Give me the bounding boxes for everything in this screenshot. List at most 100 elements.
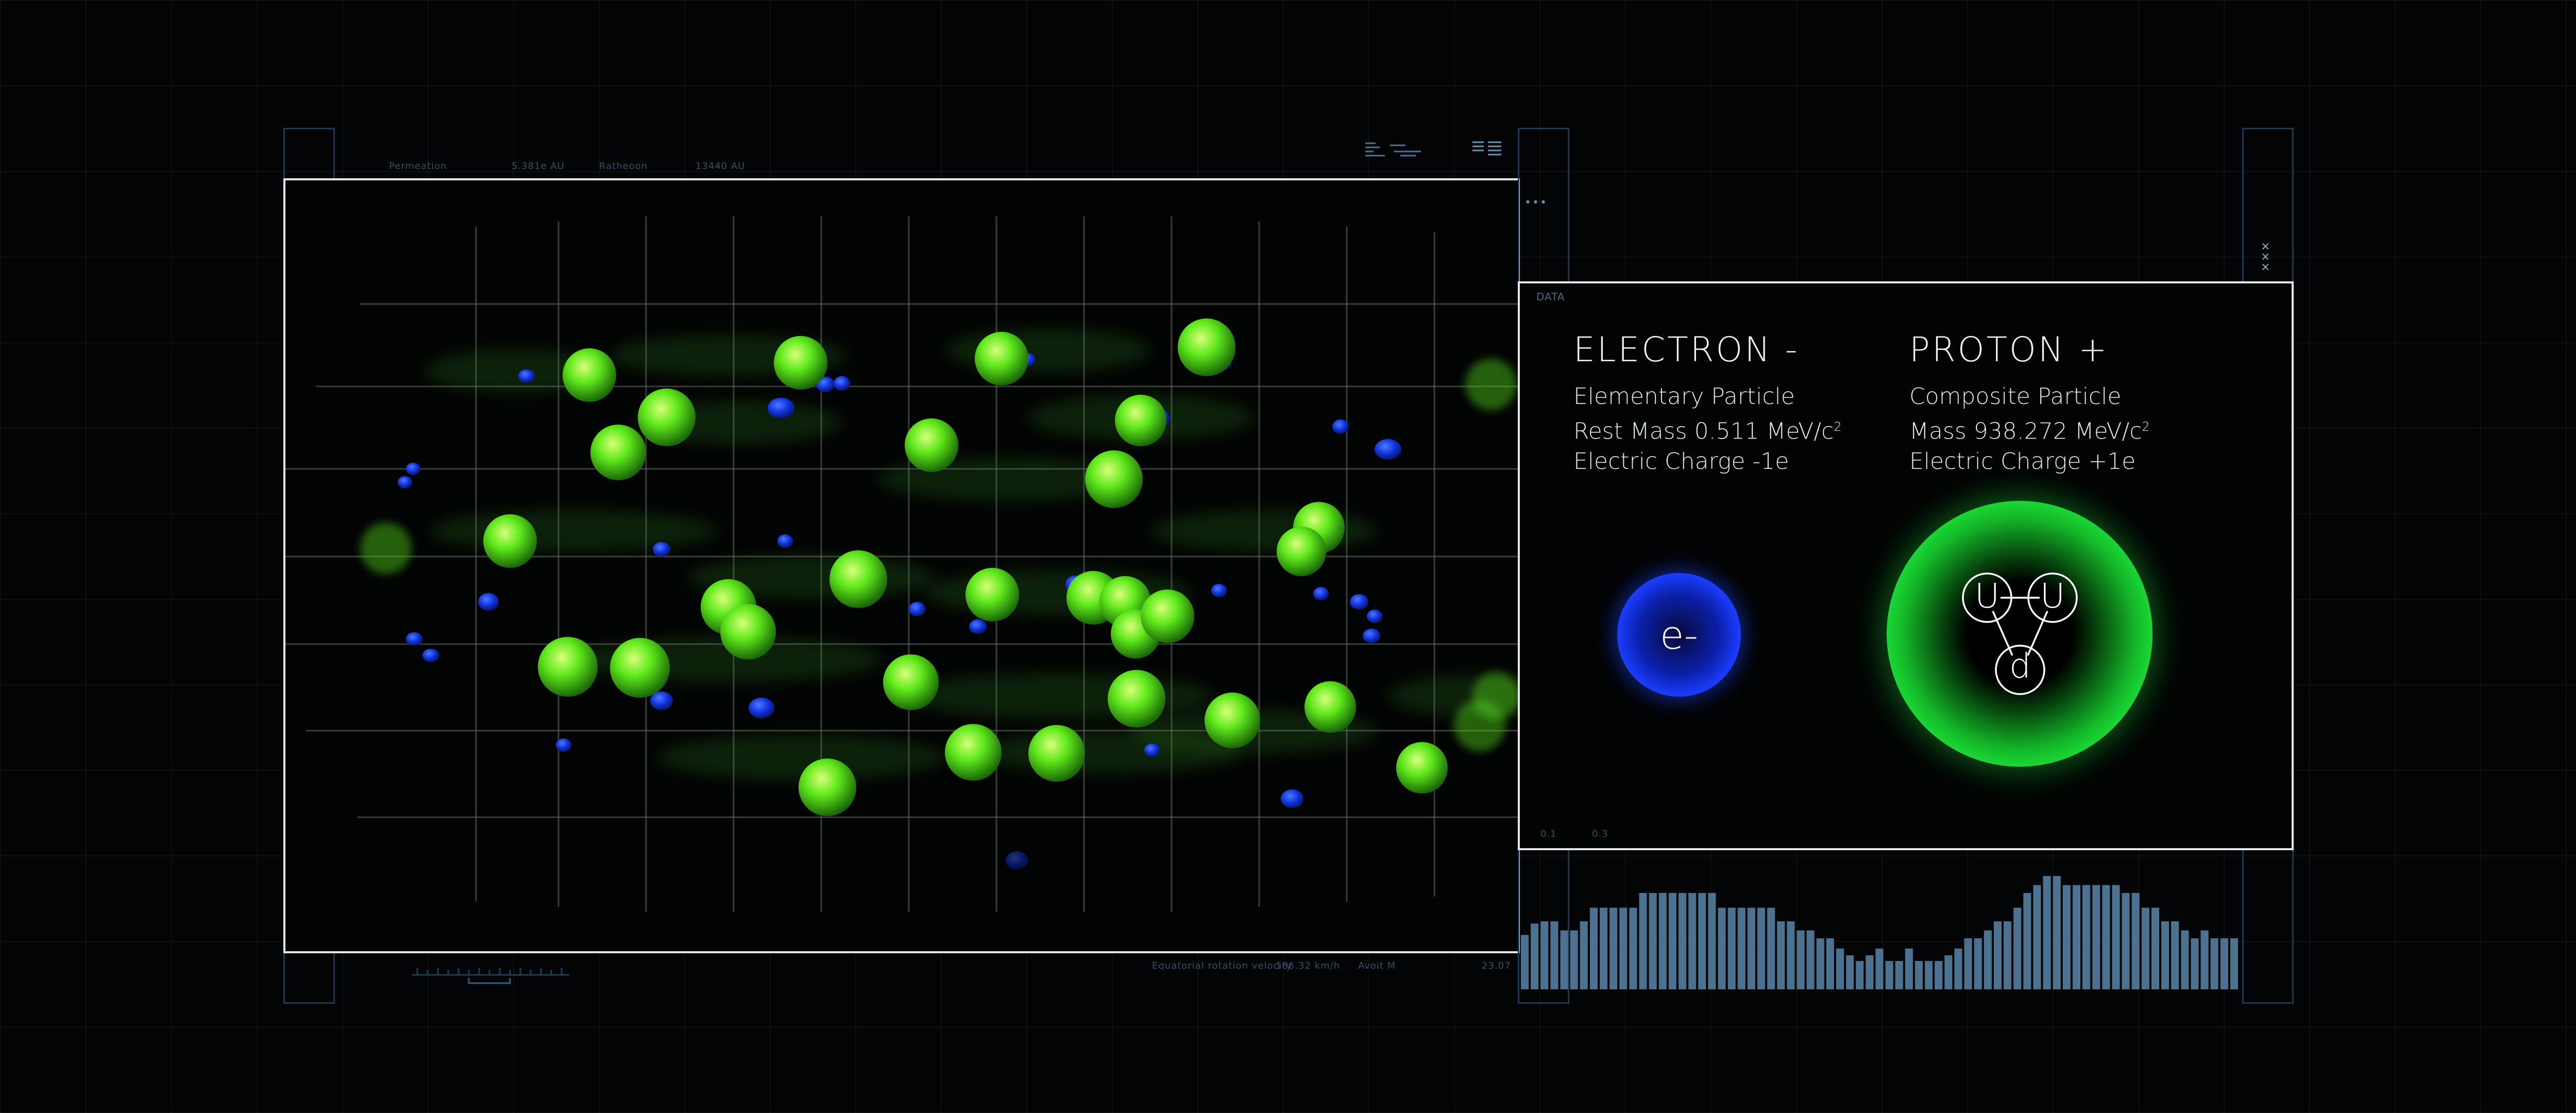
proton-section: PROTON + Composite Particle Mass 938.272… xyxy=(1887,330,2270,794)
spectrum-bar xyxy=(1550,921,1558,989)
particle-data-panel: DATA ELECTRON - Elementary Particle Rest… xyxy=(1518,281,2294,850)
spectrum-bar xyxy=(1954,948,1962,989)
spectrum-strip xyxy=(1520,851,2241,996)
spectrum-bar xyxy=(1885,961,1893,989)
spectrum-bar xyxy=(1816,938,1824,989)
spectrum-bar xyxy=(2191,938,2199,989)
electron-symbol: e- xyxy=(1617,573,1741,697)
proton-mass-row: Mass 938.272 MeV/c2 xyxy=(1909,412,2270,447)
electron-section: ELECTRON - Elementary Particle Rest Mass… xyxy=(1573,330,1883,794)
spectrum-bar xyxy=(2023,893,2031,989)
spectrum-bar xyxy=(2122,893,2130,989)
spectrum-bar xyxy=(1619,907,1628,989)
quark-up-1: U xyxy=(1974,576,2000,616)
readout-top-1: Permeation xyxy=(389,161,447,172)
spectrum-bar xyxy=(1806,930,1815,989)
spectrum-bar xyxy=(1600,907,1608,989)
horizontal-scale-slider[interactable] xyxy=(412,963,569,988)
readout-top-3: Ratheoon xyxy=(599,161,648,172)
electron-title: ELECTRON - xyxy=(1573,330,1800,369)
spectrum-bar xyxy=(1580,921,1588,989)
spectrum-bar xyxy=(1521,935,1529,989)
spectrum-bar xyxy=(2013,907,2022,989)
readout-bottom-2: 186.32 km/h xyxy=(1276,960,1341,971)
proton-mass-exponent: 2 xyxy=(2142,419,2150,434)
axis-tick-1: 0.1 xyxy=(1540,829,1557,839)
spectrum-bar xyxy=(1935,961,1943,989)
quark-down: d xyxy=(2009,646,2031,686)
spectrum-bar xyxy=(1727,907,1736,989)
spectrum-bar xyxy=(1688,893,1697,989)
spectrum-bar xyxy=(2004,921,2012,989)
particle-scene xyxy=(285,216,1518,912)
spectrum-bar xyxy=(2220,938,2228,989)
spectrum-bar xyxy=(1944,955,1953,989)
spectrum-bar xyxy=(1797,930,1805,989)
readout-bottom-1: Equatorial rotation velocity xyxy=(1152,960,1293,971)
spectrum-bar xyxy=(1905,948,1913,989)
electron-mass: Rest Mass 0.511 MeV/c xyxy=(1573,418,1834,445)
spectrum-bar xyxy=(1531,923,1539,989)
spectrum-bar xyxy=(2171,921,2179,989)
spectrum-bar xyxy=(2043,876,2051,989)
spectrum-bar xyxy=(1895,961,1903,989)
spectrum-bar xyxy=(2072,885,2080,989)
spectrum-bar xyxy=(1658,893,1667,989)
ellipsis-label: ••• xyxy=(1524,196,1548,209)
spectrum-bar xyxy=(1737,907,1745,989)
spectrum-bar xyxy=(1757,907,1766,989)
spectrum-bar xyxy=(1649,893,1657,989)
electron-mass-exponent: 2 xyxy=(1834,419,1842,434)
spectrum-bar xyxy=(2210,938,2218,989)
list-glyph-icon xyxy=(1472,141,1501,156)
spectrum-bar xyxy=(2102,885,2110,989)
signal-glyph-icon xyxy=(1365,142,1421,157)
spectrum-bar xyxy=(1836,948,1844,989)
spectrum-bar xyxy=(1540,921,1549,989)
proton-charge: Electric Charge +1e xyxy=(1909,448,2136,475)
spectrum-bar xyxy=(1560,930,1568,989)
spectrum-bar xyxy=(1708,893,1716,989)
spectrum-bar xyxy=(2181,930,2189,989)
electron-mass-row: Rest Mass 0.511 MeV/c2 xyxy=(1573,412,1883,447)
electron-type: Elementary Particle xyxy=(1573,383,1795,410)
spectrum-bar xyxy=(1974,938,1982,989)
close-marks[interactable]: × × × xyxy=(2261,241,2270,273)
spectrum-bar xyxy=(1964,938,1972,989)
proton-symbol: U U d xyxy=(1887,501,2153,767)
readout-top-4: 13440 AU xyxy=(696,161,745,172)
proton-type: Composite Particle xyxy=(1909,383,2122,410)
spectrum-bars xyxy=(1521,876,2238,989)
more-options-button[interactable]: ••• xyxy=(1524,196,1548,209)
spectrum-bar xyxy=(1718,907,1726,989)
spectrum-bar xyxy=(1609,907,1618,989)
spectrum-bar xyxy=(1875,948,1884,989)
spectrum-bar xyxy=(2151,907,2159,989)
proton-mass: Mass 938.272 MeV/c xyxy=(1909,418,2142,445)
spectrum-bar xyxy=(2131,893,2140,989)
particle-viewport[interactable] xyxy=(283,178,1520,953)
spectrum-bar xyxy=(1668,893,1676,989)
electron-symbol-label: e- xyxy=(1659,612,1699,658)
spectrum-bar xyxy=(2141,907,2149,989)
spectrum-bar xyxy=(1846,955,1854,989)
spectrum-bar xyxy=(2082,885,2091,989)
spectrum-bar xyxy=(1767,907,1775,989)
axis-tick-2: 0.3 xyxy=(1592,829,1608,839)
spectrum-bar xyxy=(2200,930,2209,989)
spectrum-bar xyxy=(1629,907,1637,989)
readout-bottom-3: Avoit M xyxy=(1358,960,1396,971)
spectrum-bar xyxy=(1826,938,1834,989)
spectrum-bar xyxy=(1570,930,1578,989)
spectrum-bar xyxy=(2053,876,2061,989)
quark-diagram xyxy=(1962,572,2078,695)
panel-tag: DATA xyxy=(1536,291,1565,303)
spectrum-bar xyxy=(1777,921,1785,989)
spectrum-bar xyxy=(1639,893,1647,989)
spectrum-bar xyxy=(1993,921,2002,989)
spectrum-bar xyxy=(1856,961,1864,989)
spectrum-bar xyxy=(1679,893,1687,989)
spectrum-bar xyxy=(2092,885,2100,989)
electron-charge: Electric Charge -1e xyxy=(1573,448,1789,475)
spectrum-bar xyxy=(2033,885,2041,989)
